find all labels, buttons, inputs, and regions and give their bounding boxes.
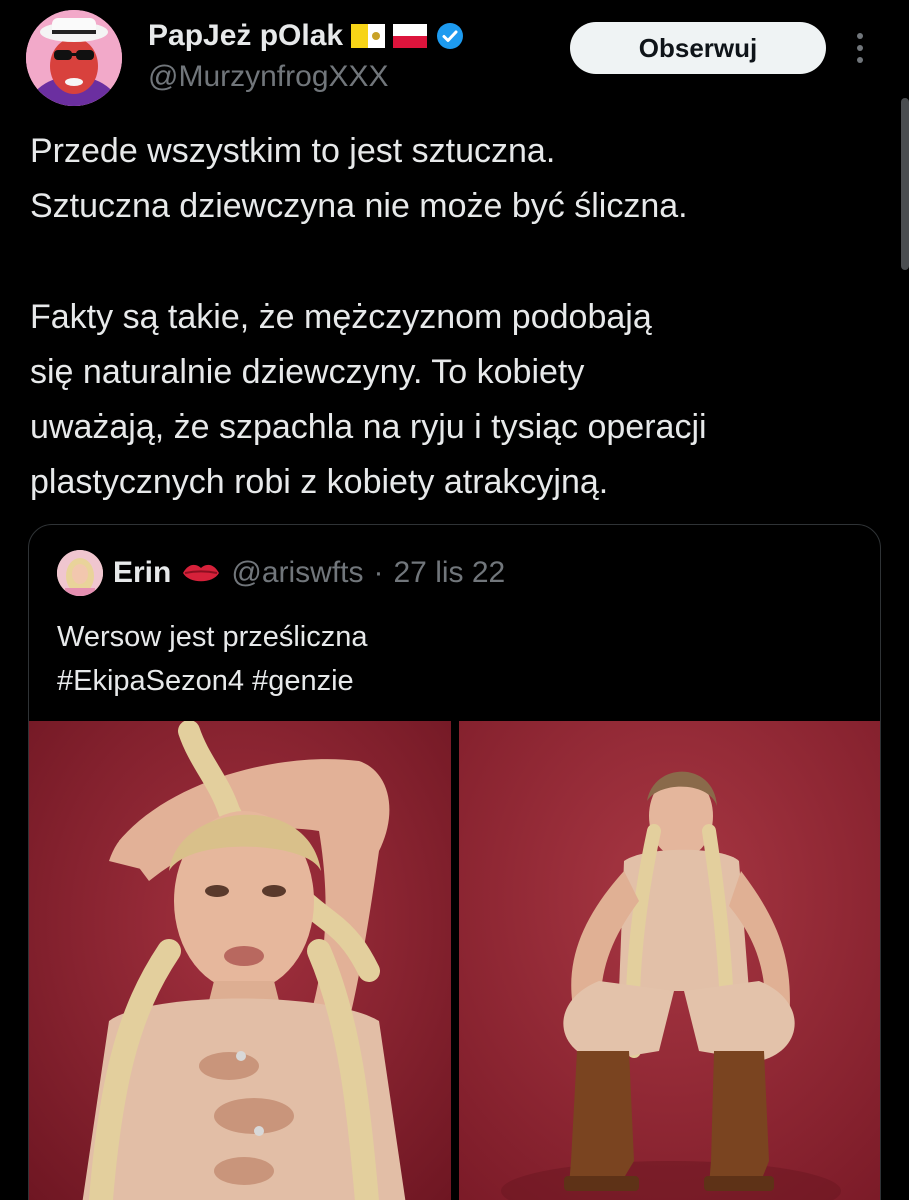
follow-button[interactable]: Obserwuj: [570, 22, 826, 74]
quoted-author-handle[interactable]: @ariswfts: [231, 556, 363, 590]
author-display-name[interactable]: PapJeż pOlak: [148, 19, 343, 53]
quoted-author-name[interactable]: Erin: [113, 556, 171, 590]
quoted-hashtags[interactable]: #EkipaSezon4 #genzie: [57, 659, 857, 703]
quoted-author-avatar[interactable]: [57, 550, 103, 596]
poland-flag-icon: [393, 24, 428, 48]
quoted-tweet-card[interactable]: Erin @ariswfts · 27 lis 22 Wersow jest p…: [28, 524, 881, 1200]
quoted-photo-1[interactable]: [29, 721, 451, 1200]
author-name-row: PapJeż pOlak: [148, 14, 465, 58]
lips-icon: [181, 558, 221, 588]
quoted-tweet-text: Wersow jest prześliczna #EkipaSezon4 #ge…: [57, 615, 857, 703]
tweet-line: Fakty są takie, że mężczyznom podobają: [30, 298, 652, 336]
tweet-body: Przede wszystkim to jest sztuczna. Sztuc…: [30, 124, 880, 510]
tweet-line: Przede wszystkim to jest sztuczna.: [30, 132, 556, 170]
scrollbar-thumb[interactable]: [901, 98, 909, 270]
quoted-photo-2[interactable]: [459, 721, 880, 1200]
author-avatar[interactable]: [26, 10, 122, 106]
tweet-screen: PapJeż pOlak @MurzynfrogXXX Obserwuj Prz…: [0, 0, 909, 1200]
separator-dot: ·: [373, 556, 384, 589]
photo-woman-braids-closeup: [29, 721, 451, 1200]
quoted-timestamp[interactable]: 27 lis 22: [394, 556, 506, 590]
quoted-avatar-icon: [57, 550, 103, 596]
verified-badge-icon: [435, 21, 465, 51]
tweet-line: uważają, że szpachla na ryju i tysiąc op…: [30, 408, 707, 446]
vatican-flag-icon: [351, 24, 386, 48]
more-vertical-icon[interactable]: [846, 28, 874, 68]
tweet-line: plastycznych robi z kobiety atrakcyjną.: [30, 463, 609, 501]
author-handle[interactable]: @MurzynfrogXXX: [148, 60, 389, 94]
quoted-tweet-header: Erin @ariswfts · 27 lis 22: [57, 545, 505, 601]
quoted-text-line: Wersow jest prześliczna: [57, 621, 368, 653]
tweet-line: Sztuczna dziewczyna nie może być śliczna…: [30, 187, 688, 225]
tweet-line: się naturalnie dziewczyny. To kobiety: [30, 353, 585, 391]
avatar-man-sunglasses-icon: [26, 10, 122, 106]
photo-woman-braids-crouching: [459, 721, 880, 1200]
